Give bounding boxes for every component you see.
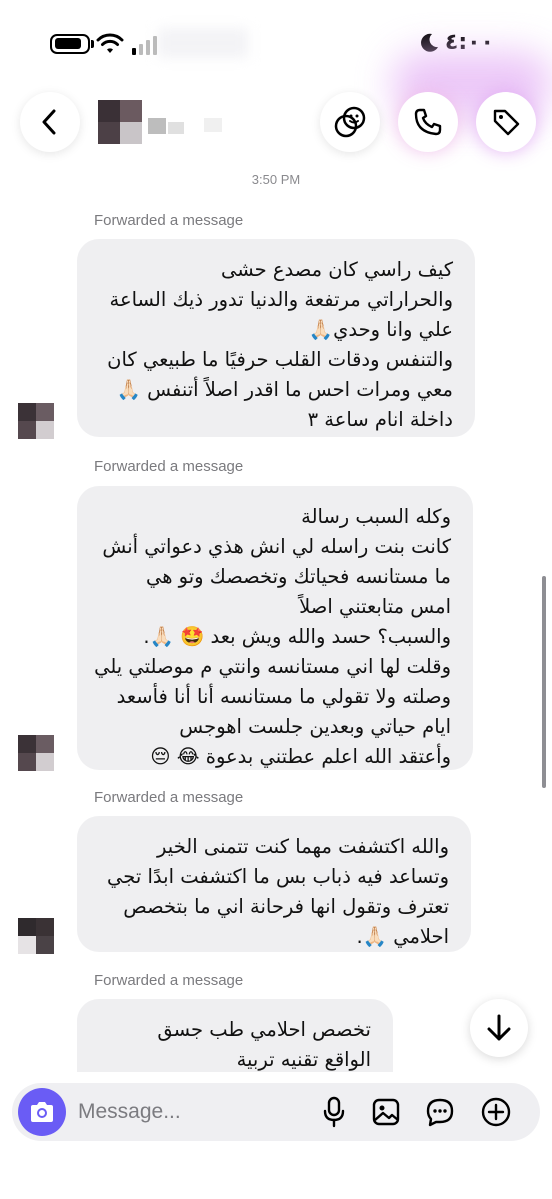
message-bubble[interactable]: كيف راسي كان مصدع حشى والحراراتي مرتفعة … <box>77 239 475 437</box>
message-bubble[interactable]: وكله السبب رسالة كانت بنت راسله لي انش ه… <box>77 486 473 770</box>
back-button[interactable] <box>20 92 80 152</box>
message-line: وأعتقد الله اعلم عطتني بدعوة 😂 😔 <box>150 745 451 768</box>
mic-button[interactable] <box>318 1096 350 1128</box>
tag-button[interactable] <box>476 92 536 152</box>
message-line: والسبب؟ حسد والله ويش بعد 🤩 🙏🏻. <box>143 625 451 648</box>
call-button[interactable] <box>398 92 458 152</box>
message-line: والتنفس ودقات القلب حرفيًا ما طبيعي كان <box>107 348 453 371</box>
signal-icon <box>132 36 157 55</box>
message-line: كيف راسي كان مصدع حشى <box>220 258 453 281</box>
chat-bubble-icon <box>426 1098 454 1127</box>
sticker-button[interactable] <box>424 1096 456 1128</box>
message-line: والحراراتي مرتفعة والدنيا تدور ذيك الساع… <box>109 288 454 311</box>
scrollbar[interactable] <box>542 576 546 788</box>
chevron-left-icon <box>42 109 56 135</box>
message-line: كانت بنت راسله لي انش هذي دعواتي أنش <box>102 535 451 558</box>
sender-avatar[interactable] <box>18 918 54 954</box>
message-line: وصلته ولا تقولي ما مستانسه أنا أنا فأسعد <box>116 685 451 708</box>
message-line: تعترف وتقول انها فرحانة اني ما بتخصص <box>123 895 449 918</box>
contact-avatar[interactable] <box>98 100 142 144</box>
phone-icon <box>414 108 442 136</box>
microphone-icon <box>323 1096 345 1128</box>
message-line: ايام حياتي وبعدين جلست اهوجس <box>179 715 451 738</box>
message-line: معي ومرات احس ما اقدر اصلاً أتنفس 🙏🏻 <box>116 378 453 401</box>
arrow-down-icon <box>487 1014 511 1041</box>
forwarded-label: Forwarded a message <box>94 458 244 475</box>
message-composer <box>12 1083 540 1141</box>
message-timestamp: 3:50 PM <box>251 172 301 187</box>
forwarded-label: Forwarded a message <box>94 972 244 989</box>
message-input[interactable] <box>78 1083 308 1141</box>
wifi-icon <box>96 33 124 53</box>
message-line: داخلة انام ساعة ٣ <box>307 408 453 431</box>
message-line: احلامي 🙏🏻. <box>356 925 449 948</box>
forwarded-label: Forwarded a message <box>94 212 244 229</box>
contact-name-redacted[interactable] <box>148 114 224 134</box>
message-line: ما مستانسه فحياتك وتخصصك وتو هي <box>145 565 451 588</box>
message-line: امس متابعتني اصلاً <box>299 595 451 618</box>
image-icon <box>372 1098 400 1126</box>
message-line: وقلت لها اني مستانسه وانتي م موصلتي يلي <box>94 655 451 678</box>
moon-icon <box>421 33 438 52</box>
status-blur <box>158 28 248 58</box>
forwarded-label: Forwarded a message <box>94 789 244 806</box>
chat-header <box>0 90 552 160</box>
message-line: وكله السبب رسالة <box>301 505 451 528</box>
scroll-down-button[interactable] <box>470 999 528 1057</box>
sticker-effects-icon <box>334 106 366 138</box>
sender-avatar[interactable] <box>18 735 54 771</box>
add-button[interactable] <box>480 1096 512 1128</box>
battery-icon <box>50 34 90 54</box>
message-bubble[interactable]: والله اكتشفت مهما كنت تتمنى الخير وتساعد… <box>77 816 471 952</box>
sender-avatar[interactable] <box>18 403 54 439</box>
message-line: تخصص احلامي طب جسق <box>157 1018 371 1041</box>
camera-icon <box>31 1102 53 1122</box>
battery-tip <box>91 40 94 48</box>
message-line: والله اكتشفت مهما كنت تتمنى الخير <box>157 835 449 858</box>
message-line: الواقع تقنيه تربية <box>236 1048 371 1071</box>
gallery-button[interactable] <box>370 1096 402 1128</box>
camera-button[interactable] <box>18 1088 66 1136</box>
plus-circle-icon <box>481 1097 511 1127</box>
tag-icon <box>493 109 520 136</box>
message-line: علي وانا وحدي🙏🏻 <box>308 318 453 341</box>
effects-button[interactable] <box>320 92 380 152</box>
message-line: وتساعد فيه ذباب بس ما اكتشفت ابدًا تجي <box>107 865 449 888</box>
